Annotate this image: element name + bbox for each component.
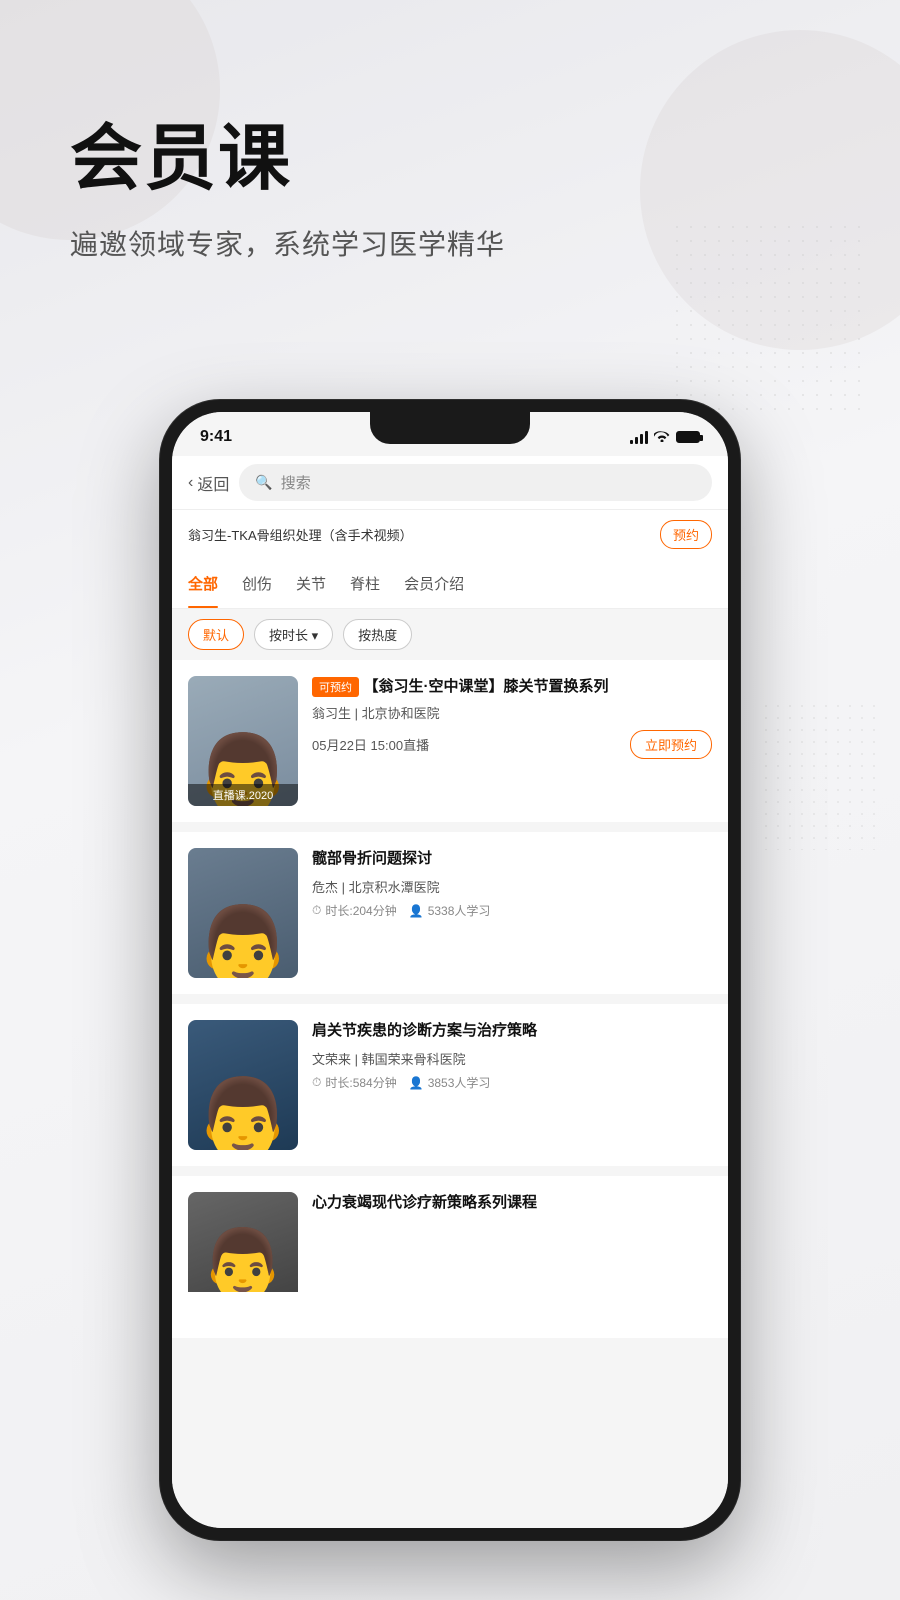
signal-icon: [630, 430, 648, 444]
course-doctor-3: 文荣来 | 韩国荣来骨科医院: [312, 1049, 712, 1068]
course-doctor-2: 危杰 | 北京积水潭医院: [312, 877, 712, 896]
tab-member-intro[interactable]: 会员介绍: [404, 559, 464, 608]
course-card-1[interactable]: 👨 直播课.2020 可预约 【翁习生·空中课堂】膝关节置换系列 翁习生 | 北…: [172, 660, 728, 822]
course-meta-3: ⏱ 时长:584分钟 👤 3853人学习: [312, 1074, 712, 1091]
phone-frame: 9:41 ‹: [160, 400, 740, 1540]
course-doctor-1: 翁习生 | 北京协和医院: [312, 703, 712, 722]
course-title-1: 【翁习生·空中课堂】膝关节置换系列: [363, 678, 608, 695]
duration-meta-2: ⏱ 时长:204分钟: [312, 902, 397, 919]
wifi-icon: [654, 429, 670, 445]
students-meta-3: 👤 3853人学习: [409, 1074, 491, 1091]
course-info-text: 翁习生-TKA骨组织处理（含手术视频）: [188, 525, 413, 544]
search-placeholder: 搜索: [281, 472, 311, 493]
course-thumb-1: 👨 直播课.2020: [188, 676, 298, 806]
hero-subtitle: 遍邀领域专家，系统学习医学精华: [70, 223, 505, 263]
course-badge-1: 可预约: [312, 677, 359, 697]
students-meta-2: 👤 5338人学习: [409, 902, 491, 919]
course-card-3[interactable]: 👨 肩关节疾患的诊断方案与治疗策略 文荣来 | 韩国荣来骨科医院 ⏱ 时长:58…: [172, 1004, 728, 1166]
person-icon: 👤: [409, 904, 424, 918]
filter-default[interactable]: 默认: [188, 619, 244, 650]
tab-spine[interactable]: 脊柱: [350, 559, 380, 608]
reserve-button[interactable]: 预约: [660, 520, 712, 549]
person-icon-3: 👤: [409, 1076, 424, 1090]
reserve-action-btn-1[interactable]: 立即预约: [630, 730, 712, 759]
filter-popularity[interactable]: 按热度: [343, 619, 412, 650]
tab-joint[interactable]: 关节: [296, 559, 326, 608]
filter-row: 默认 按时长 ▾ 按热度: [172, 609, 728, 660]
phone-mockup: 9:41 ‹: [160, 400, 740, 1540]
course-info-4: 心力衰竭现代诊疗新策略系列课程: [312, 1192, 712, 1322]
course-card-2[interactable]: 👨 髋部骨折问题探讨 危杰 | 北京积水潭医院 ⏱ 时长:204分钟: [172, 832, 728, 994]
content-area: ‹ 返回 🔍 搜索 翁习生-TKA骨组织处理（含手术视频） 预约 全部: [172, 456, 728, 1528]
course-title-4: 心力衰竭现代诊疗新策略系列课程: [312, 1192, 712, 1213]
phone-screen: 9:41 ‹: [172, 412, 728, 1528]
back-label: 返回: [197, 471, 229, 495]
duration-meta-3: ⏱ 时长:584分钟: [312, 1074, 397, 1091]
hero-title: 会员课: [70, 120, 505, 199]
course-title-2: 髋部骨折问题探讨: [312, 848, 712, 869]
back-chevron-icon: ‹: [188, 474, 193, 492]
tab-all[interactable]: 全部: [188, 559, 218, 608]
status-time: 9:41: [200, 428, 232, 446]
course-thumb-3: 👨: [188, 1020, 298, 1150]
course-info-2: 髋部骨折问题探讨 危杰 | 北京积水潭医院 ⏱ 时长:204分钟 👤 5338人…: [312, 848, 712, 978]
search-bar[interactable]: 🔍 搜索: [239, 464, 712, 501]
clock-icon: ⏱: [312, 903, 321, 918]
course-info-1: 可预约 【翁习生·空中课堂】膝关节置换系列 翁习生 | 北京协和医院 05月22…: [312, 676, 712, 806]
live-time-1: 05月22日 15:00直播: [312, 735, 429, 754]
course-thumb-4: 👨: [188, 1192, 298, 1322]
phone-notch: [370, 412, 530, 444]
hero-section: 会员课 遍邀领域专家，系统学习医学精华: [70, 120, 505, 263]
filter-duration[interactable]: 按时长 ▾: [254, 619, 333, 650]
course-title-3: 肩关节疾患的诊断方案与治疗策略: [312, 1020, 712, 1041]
back-button[interactable]: ‹ 返回: [188, 471, 229, 495]
course-card-4[interactable]: 👨 心力衰竭现代诊疗新策略系列课程: [172, 1176, 728, 1338]
search-icon: 🔍: [255, 474, 272, 491]
course-info-3: 肩关节疾患的诊断方案与治疗策略 文荣来 | 韩国荣来骨科医院 ⏱ 时长:584分…: [312, 1020, 712, 1150]
course-thumb-2: 👨: [188, 848, 298, 978]
top-nav: ‹ 返回 🔍 搜索: [172, 456, 728, 509]
course-info-bar: 翁习生-TKA骨组织处理（含手术视频） 预约: [172, 509, 728, 559]
thumb-label-1: 直播课.2020: [188, 784, 298, 806]
tab-trauma[interactable]: 创伤: [242, 559, 272, 608]
course-action-row-1: 05月22日 15:00直播 立即预约: [312, 730, 712, 759]
battery-icon: [676, 431, 700, 443]
course-meta-2: ⏱ 时长:204分钟 👤 5338人学习: [312, 902, 712, 919]
clock-icon-3: ⏱: [312, 1075, 321, 1090]
category-tabs: 全部 创伤 关节 脊柱 会员介绍: [172, 559, 728, 609]
course-list: 👨 直播课.2020 可预约 【翁习生·空中课堂】膝关节置换系列 翁习生 | 北…: [172, 660, 728, 1528]
status-icons: [630, 429, 700, 445]
